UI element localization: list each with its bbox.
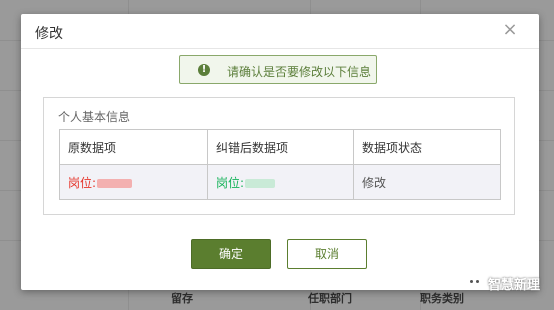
status-cell: 修改: [353, 164, 501, 200]
change-table: 原数据项 纠错后数据项 数据项状态 岗位: 岗位: 修改: [59, 129, 501, 200]
column-header-original: 原数据项: [59, 129, 208, 165]
modal-header: 修改 ×: [21, 14, 539, 49]
confirm-notice: ! 请确认是否要修改以下信息: [179, 55, 377, 84]
edit-modal: 修改 × ! 请确认是否要修改以下信息 个人基本信息 原数据项 纠错后数据项 数…: [21, 14, 539, 290]
original-value: 岗位:: [68, 175, 97, 190]
notice-text: 请确认是否要修改以下信息: [227, 65, 372, 79]
close-icon[interactable]: ×: [501, 21, 519, 39]
footer-cell: 任职部门: [308, 292, 352, 305]
redacted-value: [245, 178, 276, 188]
section-title: 个人基本信息: [58, 110, 131, 124]
footer-cell: 留存: [171, 292, 193, 305]
basic-info-section: 个人基本信息 原数据项 纠错后数据项 数据项状态 岗位: 岗位: 修改: [43, 97, 515, 215]
table-header-row: 原数据项 纠错后数据项 数据项状态: [59, 129, 501, 165]
wechat-icon: [466, 275, 484, 289]
table-row: 岗位: 岗位: 修改: [59, 164, 501, 200]
cancel-button[interactable]: 取消: [287, 239, 367, 269]
exclamation-circle-icon: !: [198, 64, 210, 76]
column-header-corrected: 纠错后数据项: [207, 129, 354, 165]
redacted-value: [97, 178, 133, 188]
corrected-value-cell: 岗位:: [207, 164, 354, 200]
modal-title: 修改: [35, 26, 63, 42]
original-value-cell: 岗位:: [59, 164, 208, 200]
watermark-text: 智慧新理: [488, 278, 541, 293]
status-value: 修改: [362, 175, 387, 190]
corrected-value: 岗位:: [216, 175, 245, 190]
confirm-button[interactable]: 确定: [191, 239, 271, 269]
background-table-footer: 留存 任职部门 职务类别: [0, 290, 554, 310]
footer-cell: 职务类别: [420, 292, 464, 305]
watermark: 智慧新理: [466, 273, 554, 293]
column-header-status: 数据项状态: [353, 129, 501, 165]
